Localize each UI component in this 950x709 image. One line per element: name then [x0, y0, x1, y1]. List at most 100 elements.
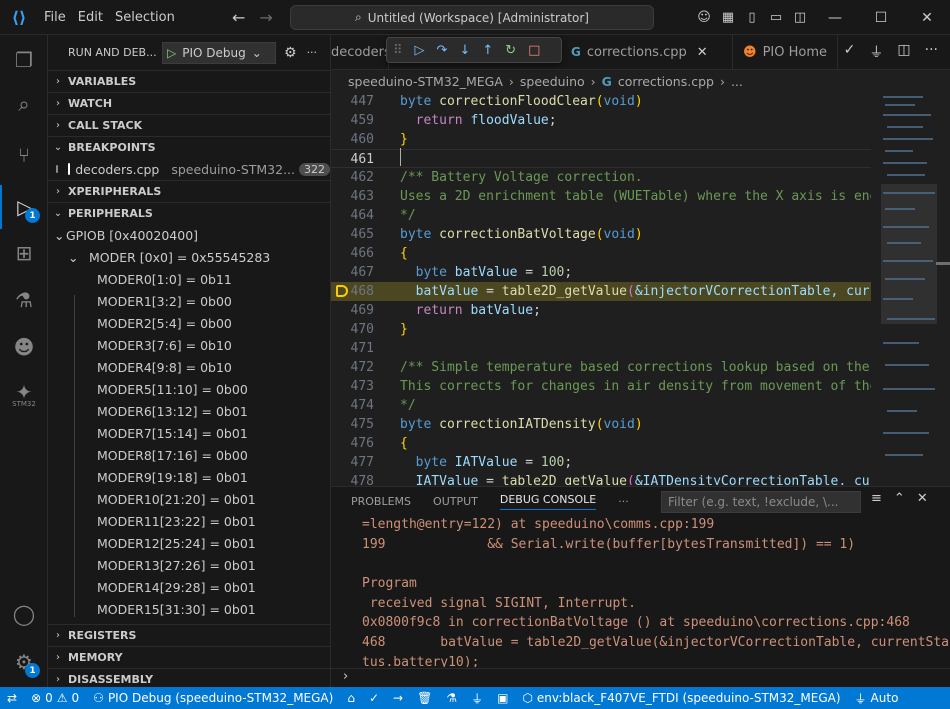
- toggle-sidebar-icon[interactable]: ▯: [740, 10, 764, 25]
- environment-selector[interactable]: ⬡ env:black_F407VE_FTDI (speeduino-STM32…: [515, 691, 847, 705]
- tab-debug-console[interactable]: DEBUG CONSOLE: [499, 493, 597, 510]
- platformio-icon[interactable]: ☻: [0, 325, 48, 369]
- breadcrumb-item[interactable]: speeduino-STM32_MEGA: [348, 74, 503, 89]
- console-input[interactable]: ›: [331, 668, 950, 688]
- account-icon[interactable]: ◯: [0, 592, 48, 636]
- tab-problems[interactable]: PROBLEMS: [351, 495, 411, 508]
- close-icon[interactable]: ✕: [697, 45, 708, 60]
- register-row[interactable]: MODER8[17:16] = 0b00: [48, 444, 330, 466]
- remote-icon[interactable]: ⇄: [0, 691, 24, 705]
- gpio-node[interactable]: ⌄ GPIOB [0x40020400]: [48, 224, 330, 246]
- section-variables[interactable]: › VARIABLES: [48, 70, 330, 92]
- run-debug-icon[interactable]: ▷ 1: [0, 185, 48, 229]
- debug-settings-gear-icon[interactable]: ⚙: [284, 45, 297, 61]
- register-row[interactable]: MODER13[27:26] = 0b01: [48, 554, 330, 576]
- filter-input[interactable]: Filter (e.g. text, !exclude, \...: [661, 491, 861, 513]
- section-call-stack[interactable]: › CALL STACK: [48, 114, 330, 136]
- explorer-icon[interactable]: ❐: [0, 38, 48, 82]
- home-icon[interactable]: ⌂: [340, 691, 362, 705]
- command-center-search[interactable]: ⌕ Untitled (Workspace) [Administrator]: [290, 5, 654, 30]
- tab-pio-home[interactable]: ☻ PIO Home: [733, 34, 838, 70]
- section-breakpoints[interactable]: ⌄ BREAKPOINTS: [48, 136, 330, 158]
- more-actions-icon[interactable]: ···: [618, 495, 629, 508]
- back-arrow-icon[interactable]: ←: [232, 8, 245, 27]
- section-memory[interactable]: › MEMORY: [48, 646, 330, 668]
- tab-output[interactable]: OUTPUT: [433, 495, 478, 508]
- maximize-button[interactable]: ☐: [858, 10, 904, 26]
- register-row[interactable]: MODER14[29:28] = 0b01: [48, 576, 330, 598]
- more-actions-icon[interactable]: ···: [925, 42, 938, 62]
- register-row[interactable]: MODER4[9:8] = 0b10: [48, 356, 330, 378]
- upload-arrow-icon[interactable]: →: [386, 691, 410, 705]
- drag-handle-icon[interactable]: ⠿: [393, 43, 403, 58]
- collapse-panel-icon[interactable]: ⌃: [894, 491, 905, 506]
- minimap-slider[interactable]: [881, 184, 937, 324]
- copilot-icon[interactable]: ☺: [692, 10, 716, 25]
- continue-icon[interactable]: ▷: [415, 43, 425, 58]
- problems-indicator[interactable]: ⊗ 0 ⚠ 0: [24, 691, 86, 705]
- register-row[interactable]: MODER12[25:24] = 0b01: [48, 532, 330, 554]
- forward-arrow-icon[interactable]: →: [259, 8, 272, 27]
- code-editor[interactable]: 447 byte correctionFloodClear(void) 459 r…: [331, 92, 871, 485]
- serial-plug-icon[interactable]: ⏚: [464, 690, 490, 707]
- moder-node[interactable]: ⌄ MODER [0x0] = 0x55545283: [48, 246, 330, 268]
- extensions-icon[interactable]: ⊞: [0, 231, 48, 275]
- menu-selection[interactable]: Selection: [109, 10, 181, 25]
- tab-corrections[interactable]: G corrections.cpp ✕: [561, 34, 733, 70]
- section-peripherals[interactable]: ⌄ PERIPHERALS: [48, 202, 330, 224]
- register-row[interactable]: MODER0[1:0] = 0b11: [48, 268, 330, 290]
- layout-icon[interactable]: ▦: [716, 10, 740, 25]
- trash-icon[interactable]: 🗑: [410, 691, 439, 705]
- breadcrumb-item[interactable]: corrections.cpp: [618, 74, 714, 89]
- search-icon[interactable]: ⌕: [0, 82, 48, 126]
- register-row[interactable]: MODER2[5:4] = 0b00: [48, 312, 330, 334]
- more-actions-icon[interactable]: ···: [307, 46, 318, 59]
- testing-icon[interactable]: ⚗: [0, 278, 48, 322]
- step-out-icon[interactable]: ↑: [482, 43, 493, 58]
- register-row[interactable]: MODER9[19:18] = 0b01: [48, 466, 330, 488]
- stm32-icon[interactable]: ✦ STM32: [0, 370, 48, 414]
- settings-gear-icon[interactable]: ⚙ 1: [0, 640, 48, 684]
- chevron-right-icon: ›: [719, 73, 725, 89]
- port-selector[interactable]: ⏚ Auto: [848, 690, 906, 707]
- stop-icon[interactable]: □: [528, 43, 540, 58]
- register-row[interactable]: MODER7[15:14] = 0b01: [48, 422, 330, 444]
- debug-session-status[interactable]: ⚇ PIO Debug (speeduino-STM32_MEGA): [86, 691, 340, 705]
- register-row[interactable]: MODER5[11:10] = 0b00: [48, 378, 330, 400]
- clear-console-icon[interactable]: ≡: [871, 491, 882, 506]
- register-row[interactable]: MODER6[13:12] = 0b01: [48, 400, 330, 422]
- source-control-icon[interactable]: ⑂: [0, 133, 48, 177]
- split-editor-icon[interactable]: ◫: [897, 42, 910, 62]
- debug-config-select[interactable]: ▷ PIO Debug ⌄: [162, 41, 276, 64]
- toggle-panel-icon[interactable]: ▭: [764, 10, 788, 25]
- section-xperipherals[interactable]: › XPERIPHERALS: [48, 180, 330, 202]
- test-flask-icon[interactable]: ⚗: [439, 691, 464, 705]
- build-check-icon[interactable]: ✓: [362, 691, 386, 705]
- terminal-icon[interactable]: ▣: [490, 691, 515, 705]
- menu-file[interactable]: File: [38, 10, 72, 25]
- tab-decoders[interactable]: decoders.cpp: [331, 34, 389, 70]
- breakpoint-checkbox[interactable]: [67, 163, 71, 175]
- breadcrumb-item[interactable]: ...: [731, 74, 743, 89]
- customize-layout-icon[interactable]: ◫: [788, 10, 812, 25]
- step-over-icon[interactable]: ↷: [437, 43, 448, 58]
- minimize-button[interactable]: —: [812, 10, 858, 26]
- register-row[interactable]: MODER10[21:20] = 0b01: [48, 488, 330, 510]
- close-panel-icon[interactable]: ✕: [917, 491, 928, 506]
- register-row[interactable]: MODER15[31:30] = 0b01: [48, 598, 330, 620]
- breadcrumb-item[interactable]: speeduino: [520, 74, 585, 89]
- register-row[interactable]: MODER3[7:6] = 0b10: [48, 334, 330, 356]
- section-watch[interactable]: › WATCH: [48, 92, 330, 114]
- start-debug-icon[interactable]: ▷: [167, 46, 176, 60]
- plug-icon[interactable]: ⏚: [869, 42, 883, 62]
- restart-icon[interactable]: ↻: [505, 43, 516, 58]
- minimap[interactable]: [871, 92, 950, 485]
- menu-edit[interactable]: Edit: [72, 10, 109, 25]
- breakpoint-item[interactable]: decoders.cpp speeduino-STM32... 322: [48, 158, 330, 180]
- check-icon[interactable]: ✓: [844, 42, 856, 62]
- register-row[interactable]: MODER11[23:22] = 0b01: [48, 510, 330, 532]
- step-into-icon[interactable]: ↓: [459, 43, 470, 58]
- close-window-button[interactable]: ✕: [904, 10, 950, 26]
- section-registers[interactable]: › REGISTERS: [48, 624, 330, 646]
- register-row[interactable]: MODER1[3:2] = 0b00: [48, 290, 330, 312]
